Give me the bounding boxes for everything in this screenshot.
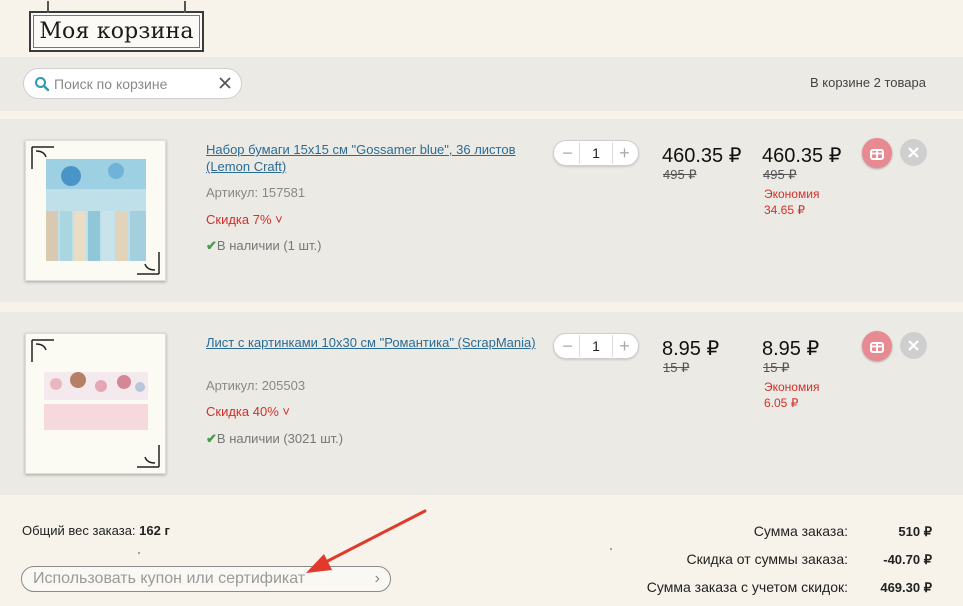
quantity-stepper: − + — [553, 333, 639, 359]
cart-item-count: В корзине 2 товара — [809, 75, 926, 90]
quantity-input[interactable] — [582, 336, 610, 356]
stock-status: ✔В наличии (3021 шт.) — [206, 431, 343, 447]
economy-label: Экономия — [764, 187, 820, 201]
quantity-decrease-button[interactable]: − — [556, 335, 580, 357]
order-sum-value: 510 ₽ — [898, 524, 932, 539]
weight-label: Общий вес заказа: — [22, 523, 136, 538]
quantity-increase-button[interactable]: + — [612, 335, 636, 357]
coupon-label: Использовать купон или сертификат — [33, 570, 306, 587]
total-price: 8.95 ₽ — [762, 338, 820, 360]
cart-item: Набор бумаги 15х15 см "Gossamer blue", 3… — [0, 119, 963, 302]
close-icon — [908, 147, 919, 158]
decorative-dot — [138, 552, 140, 554]
decorative-dot — [610, 548, 612, 550]
total-price: 460.35 ₽ — [762, 145, 842, 167]
product-name-link[interactable]: Лист с картинками 10х30 см "Романтика" (… — [206, 334, 536, 351]
total-old-price: 15 ₽ — [763, 360, 790, 375]
product-name-link[interactable]: Набор бумаги 15х15 см "Gossamer blue", 3… — [206, 141, 536, 175]
remove-item-button[interactable] — [900, 139, 927, 166]
check-icon: ✔ — [206, 238, 217, 253]
quantity-input[interactable] — [582, 143, 610, 163]
stock-text: В наличии (1 шт.) — [216, 238, 322, 253]
product-image-gossamer-blue — [26, 141, 165, 280]
discount-sum-label: Скидка от суммы заказа: — [686, 551, 848, 567]
total-old-price: 495 ₽ — [763, 167, 797, 182]
economy-label: Экономия — [764, 380, 820, 394]
order-sum-label: Сумма заказа: — [753, 523, 848, 539]
cart-item: Лист с картинками 10х30 см "Романтика" (… — [0, 312, 963, 495]
cart-toolbar: В корзине 2 товара — [0, 57, 963, 111]
product-image[interactable] — [25, 140, 166, 281]
coupon-button[interactable]: Использовать купон или сертификат › — [21, 566, 391, 592]
search-input[interactable] — [54, 73, 214, 95]
product-image[interactable] — [25, 333, 166, 474]
remove-item-button[interactable] — [900, 332, 927, 359]
sign-hanger — [47, 1, 49, 13]
unit-price: 8.95 ₽ — [662, 338, 720, 360]
quantity-decrease-button[interactable]: − — [556, 142, 580, 164]
stock-status: ✔В наличии (1 шт.) — [206, 238, 321, 254]
quantity-stepper: − + — [553, 140, 639, 166]
close-icon[interactable] — [217, 75, 233, 91]
check-icon: ✔ — [206, 431, 217, 446]
quantity-increase-button[interactable]: + — [612, 142, 636, 164]
product-image-romantika — [26, 334, 165, 473]
discount-toggle[interactable]: Скидка 40% ˅ — [206, 404, 290, 419]
product-sku: Артикул: 157581 — [206, 185, 306, 200]
page-title: Моя корзина — [39, 19, 194, 44]
economy-value: 34.65 ₽ — [764, 203, 805, 217]
gift-button[interactable] — [862, 331, 892, 361]
close-icon — [908, 340, 919, 351]
discount-toggle[interactable]: Скидка 7% ˅ — [206, 212, 283, 227]
page-title-sign: Моя корзина — [29, 1, 204, 52]
discount-sum-value: -40.70 ₽ — [883, 552, 932, 567]
gift-icon — [870, 342, 884, 353]
unit-old-price: 495 ₽ — [663, 167, 697, 182]
stock-text: В наличии (3021 шт.) — [216, 431, 344, 446]
total-sum-label: Сумма заказа с учетом скидок: — [646, 579, 848, 595]
economy-value: 6.05 ₽ — [764, 396, 799, 410]
unit-price: 460.35 ₽ — [662, 145, 742, 167]
chevron-right-icon: › — [374, 570, 380, 587]
order-weight: Общий вес заказа: 162 г — [22, 523, 170, 538]
sign-hanger — [184, 1, 186, 13]
product-sku: Артикул: 205503 — [206, 378, 306, 393]
gift-button[interactable] — [862, 138, 892, 168]
gift-icon — [870, 149, 884, 160]
search-icon — [35, 77, 50, 92]
total-sum-value: 469.30 ₽ — [880, 580, 932, 595]
weight-value: 162 г — [139, 523, 170, 538]
search-box[interactable] — [23, 68, 242, 99]
unit-old-price: 15 ₽ — [663, 360, 690, 375]
